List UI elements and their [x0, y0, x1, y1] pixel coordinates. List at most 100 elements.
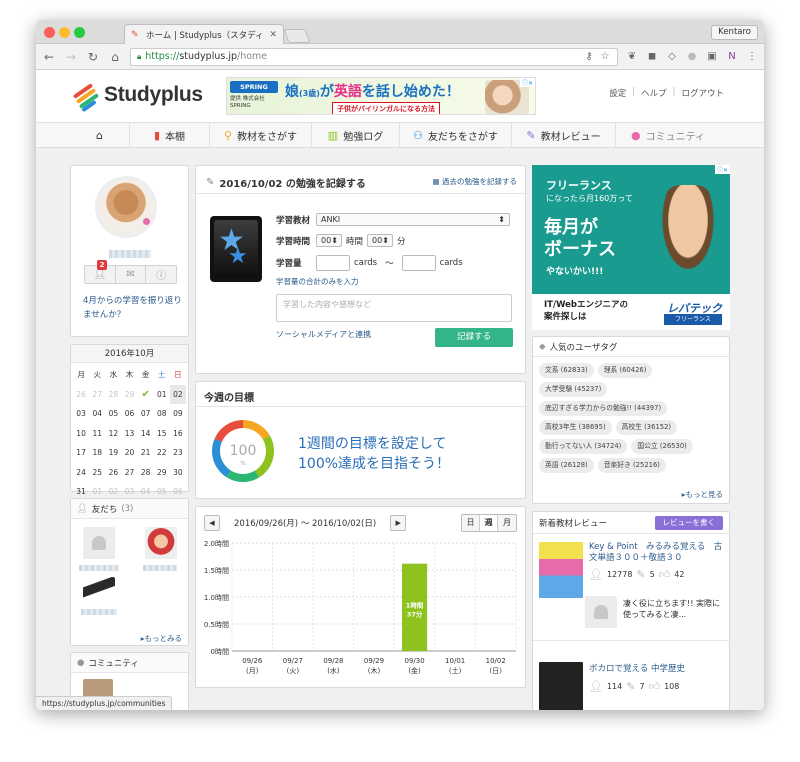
ad-choices-icon[interactable]: ⓘ✕ — [519, 78, 535, 87]
calendar-day[interactable]: 18 — [89, 443, 105, 463]
user-tag[interactable]: 勤行ってない人 (34724) — [539, 439, 628, 454]
calendar-day[interactable]: 29 — [121, 385, 137, 405]
friend-name-blurred[interactable] — [79, 565, 119, 571]
calendar-day[interactable]: 29 — [154, 463, 170, 483]
calendar-day[interactable]: 25 — [89, 463, 105, 483]
review-prompt-link[interactable]: 4月からの学習を振り返りませんか？ — [83, 294, 183, 322]
browser-tab[interactable]: ✎ ホーム | Studyplus（スタディプ ✕ — [124, 24, 284, 44]
view-day[interactable]: 日 — [462, 515, 480, 531]
calendar-day[interactable]: 20 — [121, 443, 137, 463]
calendar-day[interactable]: 06 — [121, 404, 137, 424]
key-icon[interactable]: ⚷ — [583, 51, 595, 63]
user-tag[interactable]: 高校生 (36152) — [615, 420, 678, 435]
amount-from-input[interactable] — [316, 255, 350, 271]
calendar-day[interactable]: 21 — [138, 443, 154, 463]
friend-name-blurred[interactable] — [143, 565, 177, 571]
reviewer-avatar[interactable] — [585, 596, 617, 628]
study-notes-textarea[interactable]: 学習した内容や感想など — [276, 294, 512, 322]
header-ad-banner[interactable]: SPRING 提供 株式会社SPRING 娘(3歳)が英語を話し始めた！ 子供が… — [226, 77, 536, 115]
calendar-day[interactable]: 09 — [170, 404, 186, 424]
forward-icon[interactable]: → — [64, 50, 78, 64]
user-tag[interactable]: 音楽好き (25216) — [597, 458, 666, 473]
close-tab-icon[interactable]: ✕ — [269, 30, 277, 40]
friend-avatar[interactable] — [145, 527, 177, 559]
book-cover[interactable] — [539, 542, 583, 598]
book-cover[interactable] — [539, 662, 583, 710]
calendar-day[interactable]: 07 — [138, 404, 154, 424]
calendar-day[interactable]: 05 — [105, 404, 121, 424]
social-link[interactable]: ソーシャルメディアと連携 — [276, 329, 371, 340]
settings-link[interactable]: 設定 — [609, 87, 626, 99]
calendar-day[interactable]: 24 — [73, 463, 89, 483]
calendar-day[interactable]: 10 — [73, 424, 89, 444]
messages-button[interactable]: ✉ — [116, 266, 147, 283]
studyplus-logo[interactable]: Studyplus — [70, 83, 203, 113]
square-extension-icon[interactable]: ▣ — [706, 51, 718, 63]
nav-bookshelf[interactable]: ▮ 本棚 — [130, 123, 210, 148]
dot-extension-icon[interactable]: ● — [686, 51, 698, 63]
calendar-day[interactable]: 13 — [121, 424, 137, 444]
friend-avatar[interactable] — [83, 527, 115, 559]
total-only-link[interactable]: 学習量の合計のみを入力 — [276, 276, 359, 287]
write-review-button[interactable]: レビューを書く — [654, 515, 723, 530]
friend-requests-button[interactable]: 👤︎ 2 — [85, 260, 116, 283]
calendar-day[interactable]: 12 — [105, 424, 121, 444]
onenote-extension-icon[interactable]: N — [726, 51, 738, 63]
review-book-title[interactable]: ボカロで覚える 中学歴史 — [589, 664, 725, 675]
user-tag[interactable]: 理系 (60426) — [597, 363, 653, 378]
view-month[interactable]: 月 — [498, 515, 516, 531]
calendar-day[interactable]: 27 — [89, 385, 105, 405]
calendar-day[interactable]: 03 — [73, 404, 89, 424]
info-button[interactable]: ⓘ — [146, 266, 176, 283]
goal-message[interactable]: 1週間の目標を設定して 100%達成を目指そう！ — [298, 434, 450, 474]
calendar-day[interactable]: 17 — [73, 443, 89, 463]
review-comment[interactable]: 凄く役に立ちます!! 実際に使ってみると凄... — [623, 598, 725, 620]
user-tag[interactable]: 大学受験 (45237) — [539, 382, 608, 397]
calendar-day[interactable]: 02 — [169, 384, 186, 404]
hours-select[interactable]: 00 ⬍ — [316, 234, 342, 247]
username-blurred[interactable] — [109, 250, 151, 258]
nav-community[interactable]: ● コミュニティ — [616, 123, 720, 148]
past-record-link[interactable]: ▦ 過去の勉強を記録する — [433, 176, 517, 187]
user-tag[interactable]: 底辺すぎる学力からの勉強!! (44397) — [539, 401, 668, 416]
friend-avatar[interactable] — [83, 577, 115, 599]
reload-icon[interactable]: ↻ — [86, 50, 100, 64]
minimize-window-icon[interactable] — [59, 27, 70, 38]
sidebar-ad[interactable]: フリーランス になったら月160万って 毎月が ボーナス やないかい!!! ⓘ✕ … — [532, 165, 730, 330]
nav-find-material[interactable]: ⚲ 教材をさがす — [210, 123, 312, 148]
back-icon[interactable]: ← — [42, 50, 56, 64]
calendar-day[interactable]: 15 — [154, 424, 170, 444]
calendar-day[interactable]: 22 — [154, 443, 170, 463]
calendar-day[interactable]: 26 — [105, 463, 121, 483]
calendar-day[interactable]: 30 — [170, 463, 186, 483]
address-bar[interactable]: 🔒︎ https://studyplus.jp/home ⚷ ☆ — [130, 47, 618, 66]
new-tab-button[interactable] — [283, 29, 311, 43]
calendar-day[interactable]: 23 — [170, 443, 186, 463]
user-tag[interactable]: 英語 (26128) — [539, 458, 594, 473]
pocket-extension-icon[interactable]: ◼ — [646, 51, 658, 63]
nav-reviews[interactable]: ✎ 教材レビュー — [512, 123, 616, 148]
calendar-day[interactable]: 11 — [89, 424, 105, 444]
prev-week-button[interactable]: ◀ — [204, 515, 220, 531]
tags-more-link[interactable]: ▸もっと見る — [682, 489, 723, 500]
nav-find-friends[interactable]: ⚇ 友だちをさがす — [400, 123, 512, 148]
nav-home[interactable]: ⌂ — [70, 123, 130, 148]
ad-choices-icon[interactable]: ⓘ✕ — [714, 165, 730, 174]
calendar-day[interactable]: 27 — [121, 463, 137, 483]
user-tag[interactable]: 文系 (62833) — [539, 363, 594, 378]
minutes-select[interactable]: 00 ⬍ — [367, 234, 394, 247]
menu-kebab-icon[interactable]: ⋮ — [746, 51, 758, 63]
friend-name-blurred[interactable] — [81, 609, 117, 615]
nav-study-log[interactable]: ▥ 勉強ログ — [312, 123, 400, 148]
record-submit-button[interactable]: 記録する — [435, 328, 513, 347]
home-button-icon[interactable]: ⌂ — [108, 50, 122, 64]
view-week[interactable]: 週 — [480, 515, 498, 531]
friends-more-link[interactable]: ▸もっとみる — [141, 633, 182, 644]
calendar-day[interactable]: 28 — [138, 463, 154, 483]
calendar-day[interactable]: ✔ — [138, 385, 154, 405]
calendar-day[interactable]: 28 — [105, 385, 121, 405]
material-select[interactable]: ANKI ⬍ — [316, 213, 510, 226]
help-link[interactable]: ヘルプ — [641, 87, 667, 99]
profile-chip[interactable]: Kentaro — [711, 25, 758, 40]
calendar-day[interactable]: 16 — [170, 424, 186, 444]
